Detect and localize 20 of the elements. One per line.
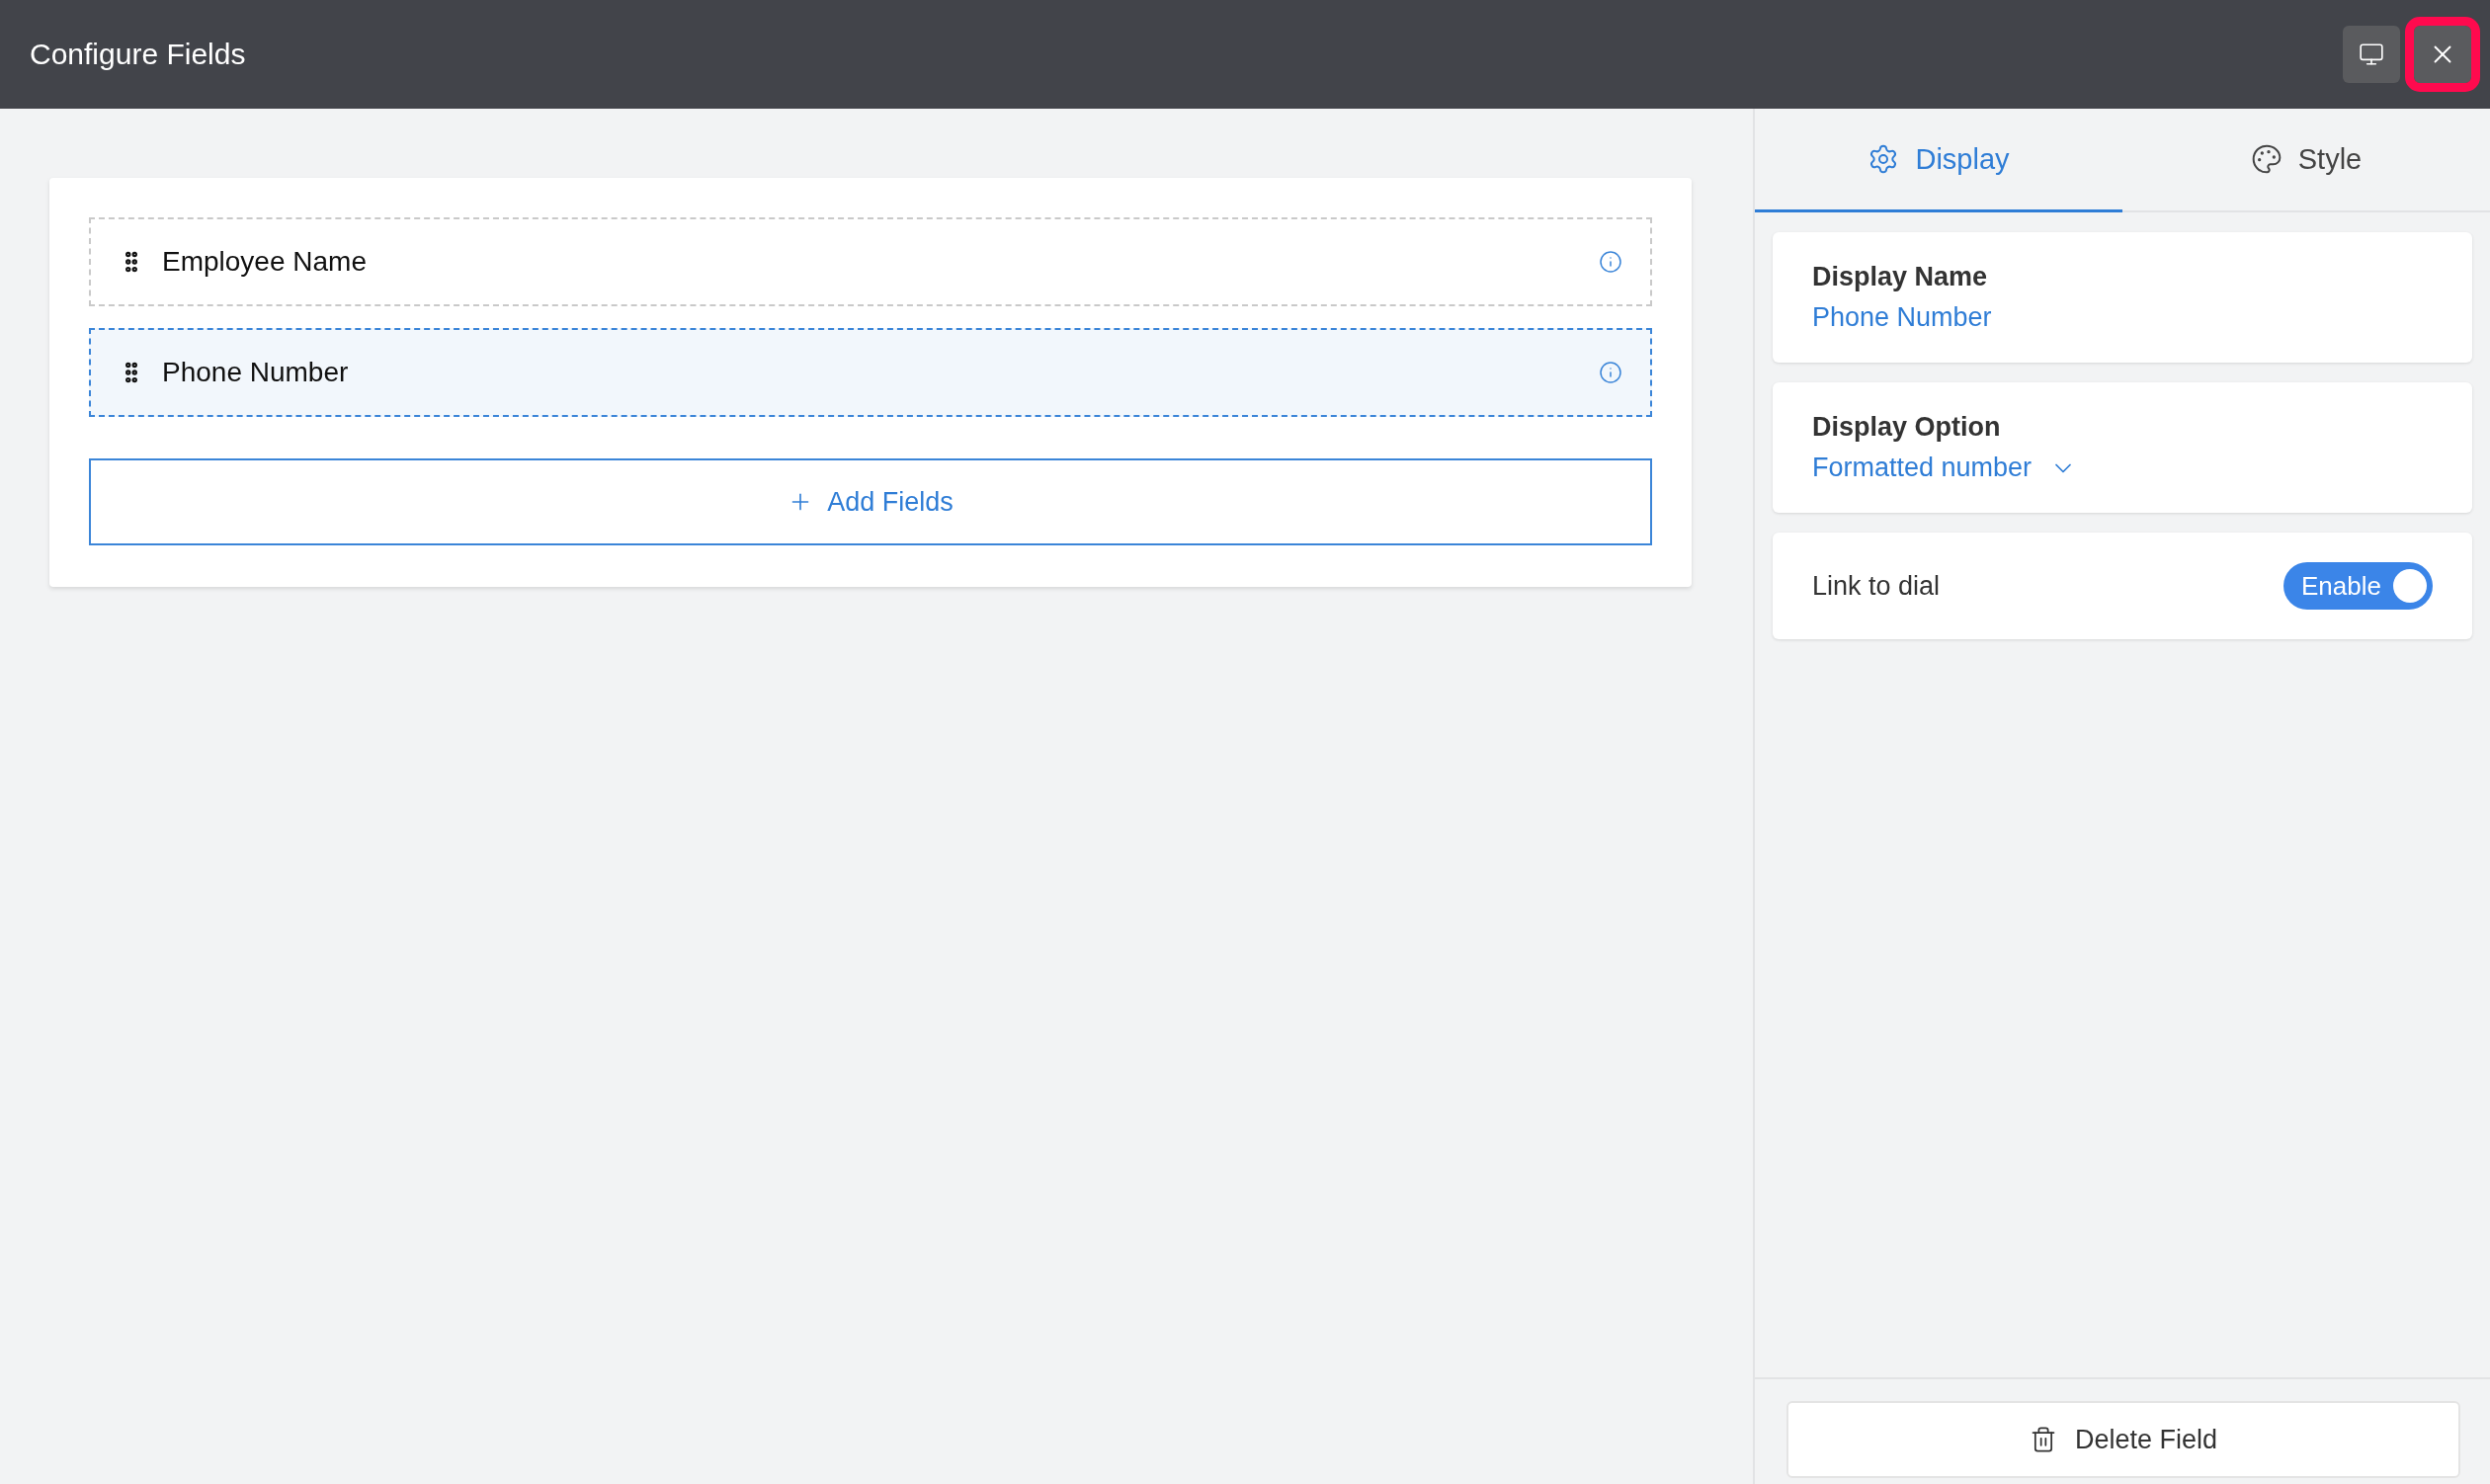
field-label: Phone Number [162, 357, 350, 388]
delete-field-button[interactable]: Delete Field [1786, 1401, 2460, 1478]
setting-label: Display Name [1812, 262, 1989, 292]
panel-tab[interactable]: Style [2122, 109, 2490, 212]
display-option-dropdown[interactable]: Formatted number [1812, 453, 2078, 483]
setting-label: Display Option [1812, 412, 2002, 443]
field-row[interactable]: Employee Name [89, 217, 1652, 306]
info-icon[interactable] [1599, 250, 1622, 274]
panel-tab[interactable]: Display [1755, 109, 2122, 212]
field-label: Employee Name [162, 246, 368, 278]
window-title: Configure Fields [30, 38, 247, 71]
setting-label: Link to dial [1812, 570, 1941, 602]
field-row[interactable]: Phone Number [89, 328, 1652, 417]
monitor-icon [2359, 41, 2384, 67]
setting-value[interactable]: Phone Number [1812, 302, 2433, 333]
info-icon[interactable] [1599, 361, 1622, 384]
add-fields-button[interactable]: Add Fields [89, 458, 1652, 545]
enable-toggle[interactable]: Enable [2283, 562, 2433, 610]
monitor-button[interactable] [2343, 26, 2400, 83]
palette-icon [2250, 143, 2282, 175]
